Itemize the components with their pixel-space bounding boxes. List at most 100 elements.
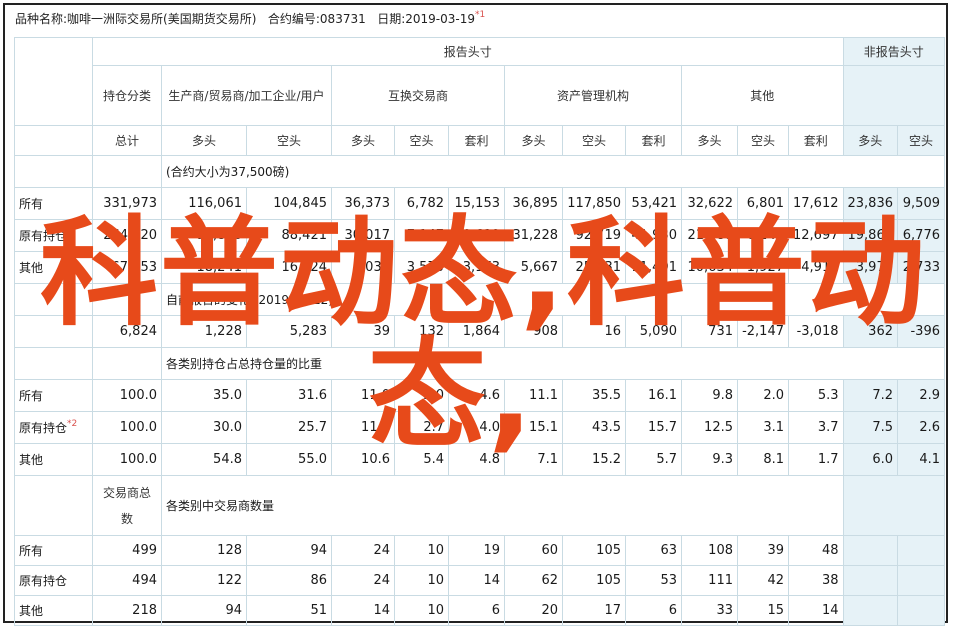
data-cell: 11.3 xyxy=(331,411,395,444)
managed-spread-header: 套利 xyxy=(625,125,682,156)
data-cell: 6 xyxy=(448,595,505,626)
data-cell: 24 xyxy=(331,565,395,596)
nonreport-positions-header: 非报告头寸 xyxy=(842,37,945,66)
data-cell: 15.2 xyxy=(562,443,626,476)
data-cell: 10.6 xyxy=(331,443,395,476)
data-cell: 10 xyxy=(394,535,449,566)
data-cell: 53,421 xyxy=(625,187,682,220)
row-label-other: 其他 xyxy=(14,443,93,476)
data-cell: 100.0 xyxy=(92,443,162,476)
data-cell: 86 xyxy=(246,565,332,596)
product-name: 咖啡一洲际交易所(美国期货交易所) xyxy=(67,12,257,26)
contract-code: 083731 xyxy=(319,12,366,26)
other-reportables-header: 其他 xyxy=(681,65,844,126)
data-cell: 42 xyxy=(737,565,789,596)
data-cell: 6,801 xyxy=(737,187,789,220)
data-cell: 1,927 xyxy=(737,251,789,284)
data-cell: 14 xyxy=(448,565,505,596)
data-cell: 7.2 xyxy=(842,379,898,412)
data-cell: 60 xyxy=(504,535,563,566)
table-row: 所有 331,973 116,061 104,845 36,373 6,782 15,15… xyxy=(14,187,945,220)
data-cell: 12,697 xyxy=(788,219,844,252)
other-long-header: 多头 xyxy=(681,125,738,156)
nonreport-long-header: 多头 xyxy=(842,125,898,156)
row-label-old-text: 原有持仓 xyxy=(19,421,68,435)
footnote-marker-2: *2 xyxy=(67,419,78,429)
managed-short-header: 空头 xyxy=(562,125,626,156)
data-cell: 2.9 xyxy=(897,379,945,412)
data-cell: 11.1 xyxy=(504,379,563,412)
data-cell: 11.0 xyxy=(331,379,395,412)
section-traders: 交易商总数 各类别中交易商数量 xyxy=(14,475,945,536)
data-cell: 35.0 xyxy=(161,379,247,412)
data-cell: 3.1 xyxy=(737,411,789,444)
data-cell: 23,836 xyxy=(842,187,898,220)
data-cell: 4,915 xyxy=(788,251,844,284)
cot-table: 报告头寸 非报告头寸 持仓分类 生产商/贸易商/加工企业/用户 互换交易商 资产… xyxy=(14,37,945,626)
swap-short-header: 空头 xyxy=(394,125,449,156)
section-positions: (合约大小为37,500磅) xyxy=(14,155,945,188)
data-cell: -396 xyxy=(897,315,945,348)
swap-long-header: 多头 xyxy=(331,125,395,156)
data-cell: 39 xyxy=(737,535,789,566)
data-cell: 12.5 xyxy=(681,411,738,444)
data-cell: 5.4 xyxy=(394,443,449,476)
data-cell: 6,776 xyxy=(897,219,945,252)
data-cell: 63 xyxy=(625,535,682,566)
data-cell: 15,153 xyxy=(448,187,505,220)
header-row-categories: 持仓分类 生产商/贸易商/加工企业/用户 互换交易商 资产管理机构 其他 xyxy=(15,65,945,126)
data-cell: 15.1 xyxy=(504,411,563,444)
data-cell: 21,988 xyxy=(681,219,738,252)
row-label-old: 原有持仓*2 xyxy=(14,411,93,444)
table-row: 所有 499 128 94 24 10 19 60 105 63 108 39 48 xyxy=(14,535,945,566)
data-cell: 5,090 xyxy=(625,315,682,348)
data-cell: 43.5 xyxy=(562,411,626,444)
table-row: 6,824 1,228 5,283 39 132 1,864 908 16 5,090 731 -2… xyxy=(14,315,945,348)
data-cell: 731 xyxy=(681,315,738,348)
data-cell: 6.0 xyxy=(842,443,898,476)
data-cell: 25.7 xyxy=(246,411,332,444)
data-cell: 105 xyxy=(562,565,626,596)
data-cell: 31,228 xyxy=(504,219,563,252)
data-cell: 54.8 xyxy=(161,443,247,476)
data-cell: 20 xyxy=(504,595,563,626)
data-cell: 38 xyxy=(788,565,844,596)
data-cell: 15 xyxy=(737,595,789,626)
contract-size-note: (合约大小为37,500磅) xyxy=(161,155,945,188)
data-cell: 9.3 xyxy=(681,443,738,476)
data-cell: 17 xyxy=(562,595,626,626)
data-cell: 331,973 xyxy=(92,187,162,220)
table-row: 所有 100.0 35.0 31.6 11.0 2.0 4.6 11.1 35.5 16.1 9.… xyxy=(14,379,945,412)
producers-long-header: 多头 xyxy=(161,125,247,156)
row-label-other: 其他 xyxy=(14,251,93,284)
table-row: 原有持仓 494 122 86 24 10 14 62 105 53 111 42 38 xyxy=(14,565,945,596)
producers-short-header: 空头 xyxy=(246,125,332,156)
data-cell: 3,970 xyxy=(842,251,898,284)
data-cell: 117,850 xyxy=(562,187,626,220)
data-cell: 100.0 xyxy=(92,411,162,444)
data-cell: 218 xyxy=(92,595,162,626)
managed-long-header: 多头 xyxy=(504,125,563,156)
data-cell: 39 xyxy=(331,315,395,348)
data-cell: 116,061 xyxy=(161,187,247,220)
row-label-other: 其他 xyxy=(14,595,93,626)
holding-class-header: 持仓分类 xyxy=(92,65,162,126)
data-cell: 1.7 xyxy=(788,443,844,476)
total-header: 总计 xyxy=(92,125,162,156)
report-header: 品种名称:咖啡一洲际交易所(美国期货交易所) 合约编号:083731 日期:20… xyxy=(15,10,485,27)
data-cell: 2.7 xyxy=(394,411,449,444)
date-label: 日期: xyxy=(377,12,406,26)
data-cell: 41,930 xyxy=(625,219,682,252)
row-label-old: 原有持仓 xyxy=(14,565,93,596)
data-cell: 92,719 xyxy=(562,219,626,252)
data-cell: 97,820 xyxy=(161,219,247,252)
percent-title: 各类别持仓占总持仓量的比重 xyxy=(161,347,945,380)
data-cell: 16.1 xyxy=(625,379,682,412)
data-cell: 6,034 xyxy=(331,251,395,284)
data-cell: 6,824 xyxy=(92,315,162,348)
data-cell: 19 xyxy=(448,535,505,566)
data-cell: 30,017 xyxy=(331,219,395,252)
data-cell: 100.0 xyxy=(92,379,162,412)
data-cell: 132 xyxy=(394,315,449,348)
empty-cell xyxy=(842,595,898,626)
